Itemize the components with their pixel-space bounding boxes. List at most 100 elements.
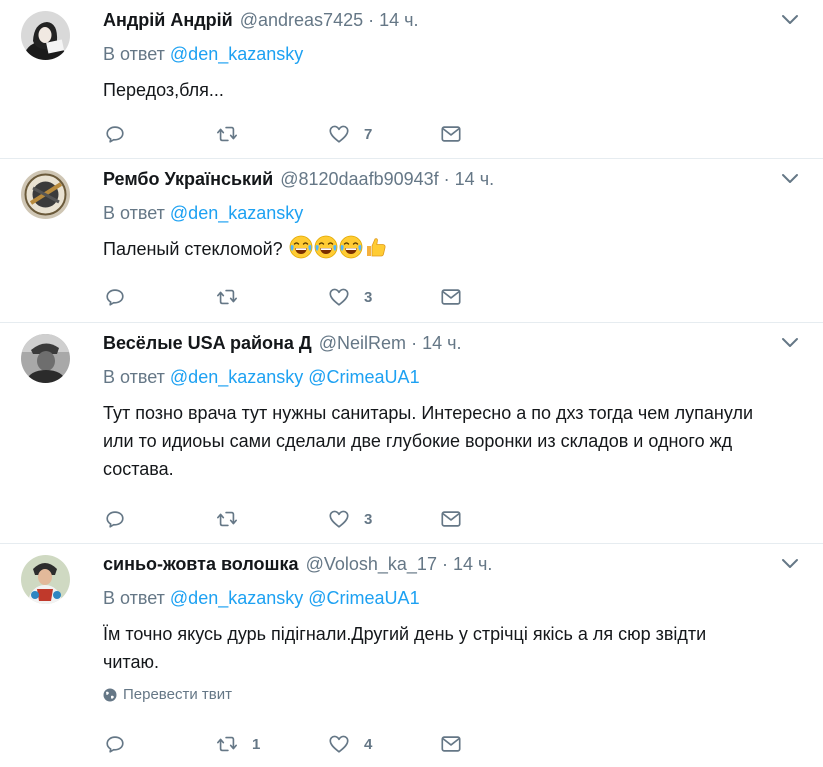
envelope-icon — [440, 733, 462, 755]
direct-message-button[interactable] — [440, 123, 552, 145]
tweet-text-line: Їм точно якусь дурь підігнали.Другий ден… — [103, 624, 707, 644]
retweet-icon — [216, 123, 238, 145]
retweet-button[interactable] — [216, 123, 328, 145]
timestamp[interactable]: 14 ч. — [455, 169, 494, 189]
timestamp[interactable]: 14 ч. — [453, 554, 492, 574]
action-bar: 7 — [104, 122, 552, 146]
reply-icon — [104, 286, 126, 308]
reply-prefix: В ответ — [103, 203, 165, 223]
mention-link[interactable]: @den_kazansky — [170, 367, 303, 387]
reply-prefix: В ответ — [103, 588, 165, 608]
retweet-icon — [216, 286, 238, 308]
tweet-text: Їм точно якусь дурь підігнали.Другий ден… — [103, 620, 803, 676]
thumbs-up-icon — [364, 235, 388, 259]
mention-link[interactable]: @den_kazansky — [170, 44, 303, 64]
reply-icon — [104, 733, 126, 755]
tweet-text-line: состава. — [103, 459, 174, 479]
retweet-count: 1 — [252, 735, 261, 753]
like-count: 4 — [364, 735, 373, 753]
chevron-down-icon[interactable] — [779, 12, 801, 28]
face-with-tears-of-joy-icon — [339, 235, 363, 259]
retweet-icon — [216, 733, 238, 755]
author-handle[interactable]: @NeilRem — [319, 333, 406, 353]
retweet-button[interactable]: 1 — [216, 733, 328, 755]
avatar[interactable] — [21, 170, 70, 219]
timestamp[interactable]: 14 ч. — [422, 333, 461, 353]
direct-message-button[interactable] — [440, 286, 552, 308]
author-name[interactable]: синьо-жовта волошка — [103, 554, 299, 574]
direct-message-button[interactable] — [440, 508, 552, 530]
tweet-text-line: или то идиоьы сами сделали две глубокие … — [103, 431, 733, 451]
reply-context: В ответ @den_kazansky — [103, 42, 803, 66]
like-count: 3 — [364, 288, 373, 306]
envelope-icon — [440, 286, 462, 308]
tweet-text-line: читаю. — [103, 652, 159, 672]
translate-label[interactable]: Перевести твит — [123, 686, 232, 703]
tweet-text-body: Паленый стекломой? — [103, 239, 283, 259]
reply-prefix: В ответ — [103, 44, 165, 64]
retweet-button[interactable] — [216, 286, 328, 308]
direct-message-button[interactable] — [440, 733, 552, 755]
separator-dot: · — [368, 10, 375, 30]
like-button[interactable]: 3 — [328, 508, 440, 530]
action-bar: 3 — [104, 507, 552, 531]
face-with-tears-of-joy-icon — [289, 235, 313, 259]
action-bar: 1 4 — [104, 732, 552, 756]
reply-icon — [104, 123, 126, 145]
timestamp[interactable]: 14 ч. — [379, 10, 418, 30]
reply-icon — [104, 508, 126, 530]
globe-icon — [103, 688, 117, 701]
heart-icon — [328, 286, 350, 308]
reply-button[interactable] — [104, 508, 216, 530]
separator-dot: · — [443, 169, 450, 189]
tweet-text: Паленый стекломой? — [103, 235, 803, 263]
retweet-button[interactable] — [216, 508, 328, 530]
tweet[interactable]: Андрій Андрій @andreas7425 · 14 ч. В отв… — [0, 0, 823, 159]
tweet-text: Тут позно врача тут нужны санитары. Инте… — [103, 399, 803, 483]
reply-context: В ответ @den_kazansky @CrimeaUA1 — [103, 586, 803, 610]
author-handle[interactable]: @andreas7425 — [240, 10, 363, 30]
tweet[interactable]: Рембо Український @8120daafb90943f · 14 … — [0, 159, 823, 323]
reply-prefix: В ответ — [103, 367, 165, 387]
tweet-text: Передоз,бля... — [103, 80, 224, 100]
envelope-icon — [440, 508, 462, 530]
heart-icon — [328, 508, 350, 530]
author-name[interactable]: Андрій Андрій — [103, 10, 233, 30]
translate-tweet-link[interactable]: Перевести твит — [103, 686, 803, 703]
avatar[interactable] — [21, 11, 70, 60]
like-button[interactable]: 7 — [328, 123, 440, 145]
tweet[interactable]: Весёлые USA района Д @NeilRem · 14 ч. В … — [0, 323, 823, 544]
chevron-down-icon[interactable] — [779, 556, 801, 572]
mention-link[interactable]: @CrimeaUA1 — [308, 588, 419, 608]
tweet-text-line: Тут позно врача тут нужны санитары. Инте… — [103, 403, 754, 423]
mention-link[interactable]: @CrimeaUA1 — [308, 367, 419, 387]
avatar[interactable] — [21, 334, 70, 383]
heart-icon — [328, 733, 350, 755]
reply-button[interactable] — [104, 733, 216, 755]
like-count: 7 — [364, 125, 373, 143]
reply-button[interactable] — [104, 286, 216, 308]
like-count: 3 — [364, 510, 373, 528]
avatar[interactable] — [21, 555, 70, 604]
face-with-tears-of-joy-icon — [314, 235, 338, 259]
heart-icon — [328, 123, 350, 145]
author-handle[interactable]: @Volosh_ka_17 — [306, 554, 437, 574]
author-name[interactable]: Рембо Український — [103, 169, 273, 189]
author-handle[interactable]: @8120daafb90943f — [280, 169, 438, 189]
mention-link[interactable]: @den_kazansky — [170, 588, 303, 608]
reply-context: В ответ @den_kazansky @CrimeaUA1 — [103, 365, 803, 389]
chevron-down-icon[interactable] — [779, 335, 801, 351]
reply-button[interactable] — [104, 123, 216, 145]
chevron-down-icon[interactable] — [779, 171, 801, 187]
separator-dot: · — [441, 554, 448, 574]
tweet[interactable]: синьо-жовта волошка @Volosh_ka_17 · 14 ч… — [0, 544, 823, 767]
like-button[interactable]: 3 — [328, 286, 440, 308]
envelope-icon — [440, 123, 462, 145]
reply-context: В ответ @den_kazansky — [103, 201, 803, 225]
mention-link[interactable]: @den_kazansky — [170, 203, 303, 223]
separator-dot: · — [411, 333, 418, 353]
retweet-icon — [216, 508, 238, 530]
action-bar: 3 — [104, 285, 552, 309]
like-button[interactable]: 4 — [328, 733, 440, 755]
author-name[interactable]: Весёлые USA района Д — [103, 333, 312, 353]
